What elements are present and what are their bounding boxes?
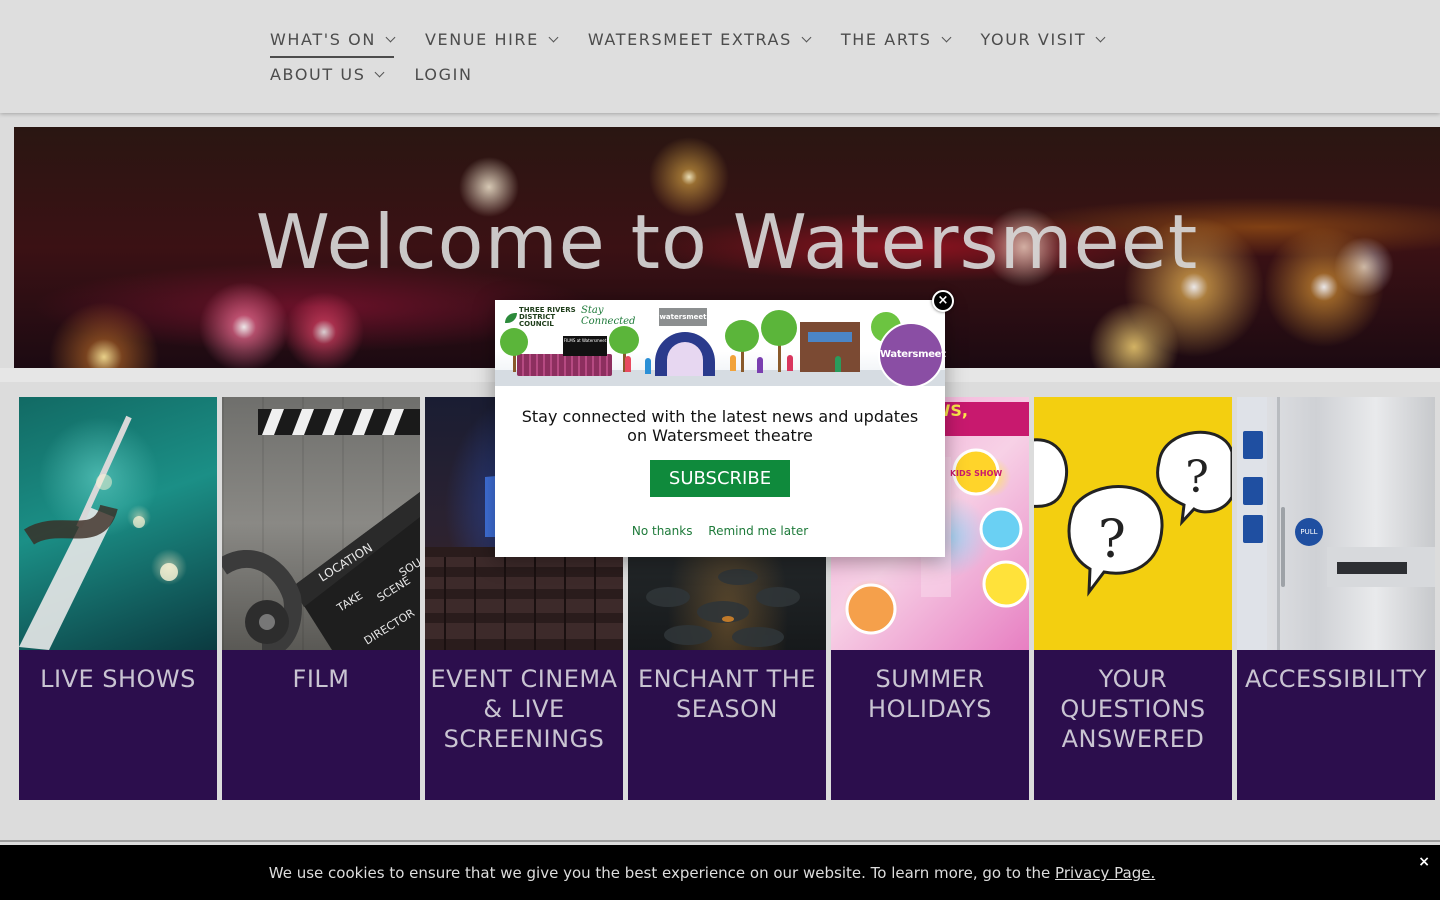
tile-label-film: FILM [222,650,420,800]
tree [609,326,639,354]
three-rivers-logo: THREE RIVERS DISTRICT COUNCIL [505,307,579,328]
chevron-down-icon [375,67,385,77]
tile-label-your-questions-answered: YOUR QUESTIONS ANSWERED [1034,650,1232,800]
clapperboard-image: LOCATION TAKE SCENE DIRECTOR SOU [222,409,420,659]
banner-person [787,355,793,371]
cookie-message: We use cookies to ensure that we give yo… [0,864,1424,882]
tree [500,328,528,356]
banner-person [835,356,841,372]
tree [761,310,797,346]
footer-line [0,840,1440,842]
chevron-down-icon [941,32,951,42]
nav-login-label: LOGIN [414,65,473,84]
modal-message: Stay connected with the latest news and … [521,407,919,445]
nav-watersmeet-extras-label: WATERSMEET EXTRAS [587,30,792,49]
nav-about-us[interactable]: ABOUT US [270,57,385,92]
tile-image-live-shows [19,397,217,650]
svg-text:?: ? [1185,452,1209,503]
remind-later-link[interactable]: Remind me later [708,524,808,538]
banner-person [730,355,736,371]
modal-links: No thanks Remind me later [495,524,945,538]
kids-show-badge: KIDS SHOW [950,469,1003,478]
privacy-page-link[interactable]: Privacy Page. [1055,864,1155,882]
nav-row-2: ABOUT US LOGIN [270,57,1170,92]
cookie-bar: We use cookies to ensure that we give yo… [0,845,1440,900]
tile-label-event-cinema: EVENT CINEMA & LIVE SCREENINGS [425,650,623,800]
council-name: THREE RIVERS DISTRICT COUNCIL [519,306,576,328]
banner-cinema-seats [517,354,612,376]
banner-person [645,358,651,374]
accessible-door-image [1277,397,1435,650]
tile-live-shows[interactable]: LIVE SHOWS [19,397,217,800]
nav-your-visit-label: YOUR VISIT [980,30,1087,49]
tile-label-summer-holidays: SUMMER HOLIDAYS [831,650,1029,800]
chevron-down-icon [385,32,396,42]
subscribe-button[interactable]: SUBSCRIBE [650,460,790,497]
tile-label-accessibility: ACCESSIBILITY [1237,650,1435,800]
tile-label-enchant-the-season: ENCHANT THE SEASON [628,650,826,800]
pull-sign: PULL [1295,518,1323,546]
tree [725,320,759,352]
newsletter-modal: THREE RIVERS DISTRICT COUNCIL Stay Conne… [495,300,946,557]
nav-the-arts-label: THE ARTS [840,30,932,49]
watersmeet-small-logo: watersmeet [659,308,707,326]
cookie-text: We use cookies to ensure that we give yo… [268,864,1056,882]
nav-row-1: WHAT'S ON VENUE HIRE WATERSMEET EXTRAS T… [270,22,1170,58]
nav-whats-on[interactable]: WHAT'S ON [270,22,396,58]
banner-stage [667,342,703,376]
footer-band [0,800,1440,845]
banner-stage-tent [655,332,715,376]
question-bubbles-image: ? ? [1034,430,1232,597]
tile-film[interactable]: LOCATION TAKE SCENE DIRECTOR SOU FILM [222,397,420,800]
nav-venue-hire[interactable]: VENUE HIRE [424,22,559,57]
tile-your-questions-answered[interactable]: ? ? YOUR QUESTIONS ANSWERED [1034,397,1232,800]
leaf-icon [505,312,517,323]
site-header: WHAT'S ON VENUE HIRE WATERSMEET EXTRAS T… [0,0,1440,113]
tile-image-questions: ? ? [1034,397,1232,650]
tile-image-film: LOCATION TAKE SCENE DIRECTOR SOU [222,397,420,659]
banner-person [757,357,763,373]
banner-building-window [808,332,852,342]
cookie-close-button[interactable]: × [1418,854,1430,870]
no-thanks-link[interactable]: No thanks [632,524,693,538]
nav-login[interactable]: LOGIN [414,57,472,92]
chevron-down-icon [1095,32,1106,42]
tile-image-accessibility: PULL [1237,397,1435,650]
modal-close-button[interactable]: × [932,290,954,312]
hero-title: Welcome to Watersmeet [255,198,1199,286]
stay-connected-logo: Stay Connected [581,305,636,327]
chevron-down-icon [801,32,812,42]
guitar-image [19,415,178,650]
nav-watersmeet-extras[interactable]: WATERSMEET EXTRAS [587,22,812,57]
nav-whats-on-label: WHAT'S ON [270,30,376,49]
tile-accessibility[interactable]: PULL ACCESSIBILITY [1237,397,1435,800]
nav-your-visit[interactable]: YOUR VISIT [980,22,1106,57]
nav-venue-hire-label: VENUE HIRE [424,30,539,49]
tile-label-live-shows: LIVE SHOWS [19,650,217,800]
banner-building [800,322,860,372]
svg-text:?: ? [1098,510,1126,570]
banner-screen: FILMS at Watersmeet [563,336,607,356]
banner-person [625,356,631,372]
nav-the-arts[interactable]: THE ARTS [840,22,951,57]
watersmeet-badge: Watersmeet [878,322,946,388]
nav-about-us-label: ABOUT US [270,65,366,84]
modal-banner-image: THREE RIVERS DISTRICT COUNCIL Stay Conne… [495,300,945,386]
main-nav: WHAT'S ON VENUE HIRE WATERSMEET EXTRAS T… [270,22,1170,92]
chevron-down-icon [548,32,559,42]
